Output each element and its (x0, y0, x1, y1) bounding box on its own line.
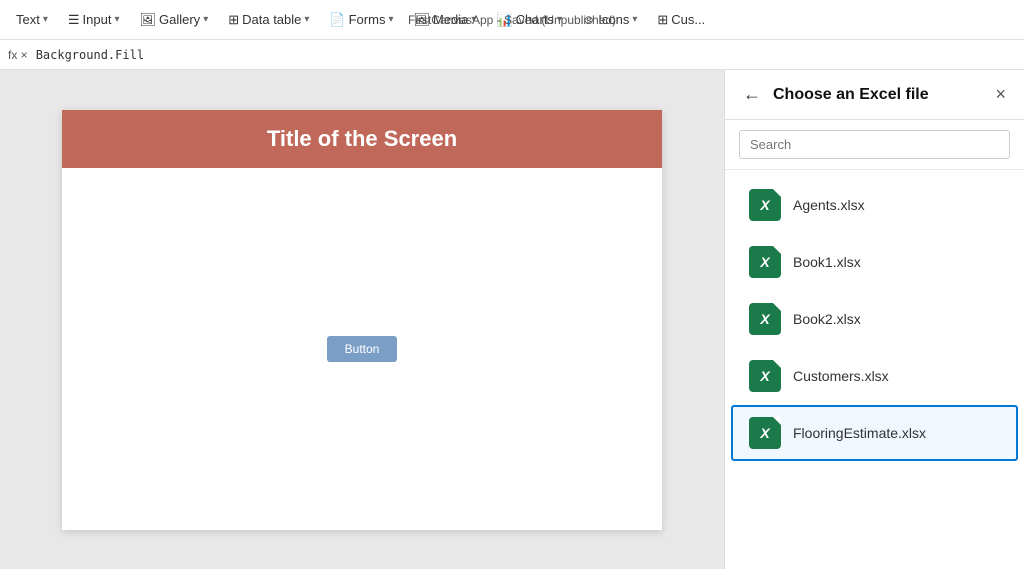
chevron-down-icon: ▾ (632, 14, 637, 25)
nav-forms[interactable]: 📄 Forms ▾ (321, 8, 401, 32)
canvas-button[interactable]: Button (327, 336, 398, 362)
excel-x-letter: X (760, 197, 769, 213)
panel-title: Choose an Excel file (773, 86, 983, 104)
chevron-down-icon: ▾ (114, 14, 119, 25)
toolbar: FirstCanvasApp - Saved (Unpublished) Tex… (0, 0, 1024, 40)
canvas-frame: Title of the Screen Button (62, 110, 662, 530)
datatable-icon: ⊞ (228, 12, 239, 28)
file-name: FlooringEstimate.xlsx (793, 425, 926, 441)
back-arrow-icon: ← (743, 84, 761, 105)
panel-back-button[interactable]: ← (741, 82, 763, 107)
panel-search (725, 120, 1024, 170)
excel-icon: X (749, 246, 781, 278)
nav-custom-label: Cus... (671, 12, 705, 27)
file-item[interactable]: X Agents.xlsx (731, 177, 1018, 233)
input-icon: ☰ (68, 12, 80, 28)
excel-x-letter: X (760, 311, 769, 327)
nav-gallery[interactable]: 🖼 Gallery ▾ (131, 8, 216, 32)
excel-icon: X (749, 417, 781, 449)
nav-input[interactable]: ☰ Input ▾ (60, 8, 128, 32)
nav-custom[interactable]: ⊞ Cus... (649, 8, 713, 32)
nav-forms-label: Forms (349, 12, 386, 27)
formula-bar: fx × Background.Fill (0, 40, 1024, 70)
canvas-area: Title of the Screen Button (0, 70, 724, 569)
close-icon: × (995, 84, 1006, 105)
panel-header: ← Choose an Excel file × (725, 70, 1024, 120)
excel-icon: X (749, 303, 781, 335)
screen-title-bar: Title of the Screen (62, 110, 662, 168)
excel-x-letter: X (760, 254, 769, 270)
file-item[interactable]: X Book1.xlsx (731, 234, 1018, 290)
file-name: Book2.xlsx (793, 311, 861, 327)
formula-scope: fx × (8, 48, 28, 62)
nav-text-label: Text (16, 12, 40, 27)
file-list: X Agents.xlsx X Book1.xlsx X Book2.xlsx … (725, 170, 1024, 569)
nav-input-label: Input (83, 12, 112, 27)
excel-x-letter: X (760, 425, 769, 441)
file-item[interactable]: X FlooringEstimate.xlsx (731, 405, 1018, 461)
file-name: Book1.xlsx (793, 254, 861, 270)
canvas-body: Button (62, 168, 662, 530)
nav-text[interactable]: Text ▾ (8, 8, 56, 31)
file-name: Customers.xlsx (793, 368, 889, 384)
chevron-down-icon: ▾ (304, 14, 309, 25)
excel-icon: X (749, 360, 781, 392)
gallery-icon: 🖼 (139, 12, 156, 28)
file-item[interactable]: X Customers.xlsx (731, 348, 1018, 404)
screen-title-text: Title of the Screen (267, 126, 457, 152)
file-name: Agents.xlsx (793, 197, 865, 213)
custom-icon: ⊞ (657, 12, 668, 28)
main-content: Title of the Screen Button ← Choose an E… (0, 70, 1024, 569)
search-input[interactable] (739, 130, 1010, 159)
nav-datatable-label: Data table (242, 12, 301, 27)
chevron-down-icon: ▾ (43, 14, 48, 25)
formula-value: Background.Fill (36, 48, 144, 62)
chevron-down-icon: ▾ (203, 14, 208, 25)
chevron-down-icon: ▾ (388, 14, 393, 25)
file-item[interactable]: X Book2.xlsx (731, 291, 1018, 347)
app-title: FirstCanvasApp - Saved (Unpublished) (408, 13, 616, 27)
forms-icon: 📄 (329, 12, 345, 28)
nav-datatable[interactable]: ⊞ Data table ▾ (220, 8, 317, 32)
excel-file-panel: ← Choose an Excel file × X Agents.xlsx X… (724, 70, 1024, 569)
excel-icon: X (749, 189, 781, 221)
panel-close-button[interactable]: × (993, 82, 1008, 107)
nav-gallery-label: Gallery (159, 12, 200, 27)
excel-x-letter: X (760, 368, 769, 384)
